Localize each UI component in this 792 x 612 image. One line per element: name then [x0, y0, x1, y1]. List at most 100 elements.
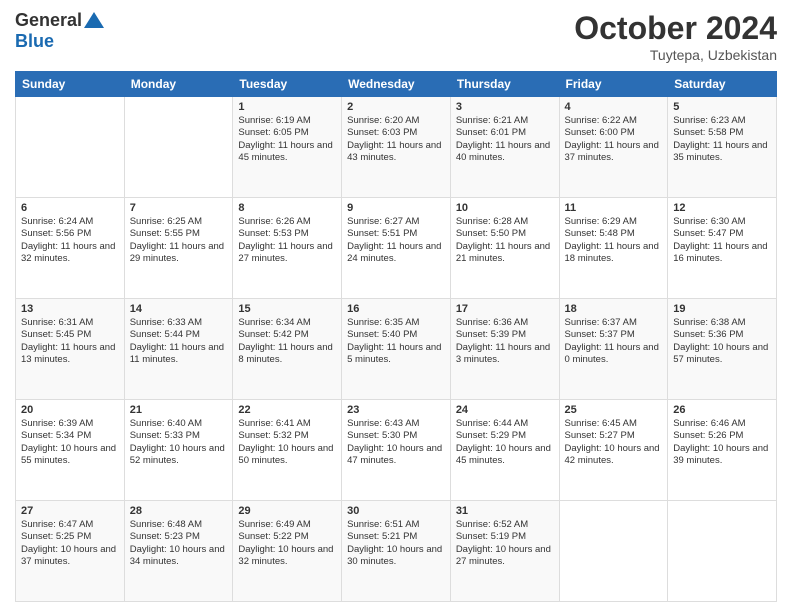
day-number: 3 — [456, 101, 554, 113]
cell-content: Sunrise: 6:49 AM Sunset: 5:22 PM Dayligh… — [238, 519, 336, 568]
calendar-cell: 27Sunrise: 6:47 AM Sunset: 5:25 PM Dayli… — [16, 501, 125, 602]
cell-content: Sunrise: 6:44 AM Sunset: 5:29 PM Dayligh… — [456, 418, 554, 467]
calendar-cell: 9Sunrise: 6:27 AM Sunset: 5:51 PM Daylig… — [342, 198, 451, 299]
day-number: 15 — [238, 303, 336, 315]
cell-content: Sunrise: 6:20 AM Sunset: 6:03 PM Dayligh… — [347, 115, 445, 164]
cell-content: Sunrise: 6:33 AM Sunset: 5:44 PM Dayligh… — [130, 317, 228, 366]
calendar-cell: 24Sunrise: 6:44 AM Sunset: 5:29 PM Dayli… — [450, 400, 559, 501]
cell-content: Sunrise: 6:34 AM Sunset: 5:42 PM Dayligh… — [238, 317, 336, 366]
calendar-cell: 15 Sunrise: 6:34 AM Sunset: 5:42 PM Dayli… — [233, 299, 342, 400]
calendar-cell: 25 Sunrise: 6:45 AM Sunset: 5:27 PM Dayli… — [559, 400, 668, 501]
calendar-week-row: 6 Sunrise: 6:24 AM Sunset: 5:56 PM Daylig… — [16, 198, 777, 299]
page: General Blue October 2024 Tuytepa, Uzbek… — [0, 0, 792, 612]
calendar-cell: 17 Sunrise: 6:36 AM Sunset: 5:39 PM Dayli… — [450, 299, 559, 400]
calendar-cell: 13 Sunrise: 6:31 AM Sunset: 5:45 PM Dayli… — [16, 299, 125, 400]
calendar-week-row: 27Sunrise: 6:47 AM Sunset: 5:25 PM Dayli… — [16, 501, 777, 602]
logo-blue-text: Blue — [15, 31, 54, 52]
calendar-title: October 2024 — [574, 10, 777, 47]
day-number: 13 — [21, 303, 119, 315]
calendar-location: Tuytepa, Uzbekistan — [574, 47, 777, 63]
calendar-cell — [16, 97, 125, 198]
logo: General Blue — [15, 10, 104, 52]
calendar-cell: 28 Sunrise: 6:48 AM Sunset: 5:23 PM Dayli… — [124, 501, 233, 602]
day-number: 5 — [673, 101, 771, 113]
cell-content: Sunrise: 6:45 AM Sunset: 5:27 PM Dayligh… — [565, 418, 663, 467]
calendar-cell: 2 Sunrise: 6:20 AM Sunset: 6:03 PM Daylig… — [342, 97, 451, 198]
cell-content: Sunrise: 6:19 AM Sunset: 6:05 PM Dayligh… — [238, 115, 336, 164]
calendar-cell: 4Sunrise: 6:22 AM Sunset: 6:00 PM Daylig… — [559, 97, 668, 198]
header: General Blue October 2024 Tuytepa, Uzbek… — [15, 10, 777, 63]
cell-content: Sunrise: 6:26 AM Sunset: 5:53 PM Dayligh… — [238, 216, 336, 265]
day-number: 25 — [565, 404, 663, 416]
calendar-cell — [559, 501, 668, 602]
calendar-cell: 8 Sunrise: 6:26 AM Sunset: 5:53 PM Daylig… — [233, 198, 342, 299]
calendar-cell: 6 Sunrise: 6:24 AM Sunset: 5:56 PM Daylig… — [16, 198, 125, 299]
calendar-week-row: 13 Sunrise: 6:31 AM Sunset: 5:45 PM Dayli… — [16, 299, 777, 400]
day-number: 28 — [130, 505, 228, 517]
cell-content: Sunrise: 6:31 AM Sunset: 5:45 PM Dayligh… — [21, 317, 119, 366]
cell-content: Sunrise: 6:25 AM Sunset: 5:55 PM Dayligh… — [130, 216, 228, 265]
calendar-cell: 18Sunrise: 6:37 AM Sunset: 5:37 PM Dayli… — [559, 299, 668, 400]
title-block: October 2024 Tuytepa, Uzbekistan — [574, 10, 777, 63]
day-number: 7 — [130, 202, 228, 214]
cell-content: Sunrise: 6:48 AM Sunset: 5:23 PM Dayligh… — [130, 519, 228, 568]
calendar-cell: 20Sunrise: 6:39 AM Sunset: 5:34 PM Dayli… — [16, 400, 125, 501]
calendar-cell: 12Sunrise: 6:30 AM Sunset: 5:47 PM Dayli… — [668, 198, 777, 299]
cell-content: Sunrise: 6:36 AM Sunset: 5:39 PM Dayligh… — [456, 317, 554, 366]
weekday-header: Saturday — [668, 72, 777, 97]
cell-content: Sunrise: 6:29 AM Sunset: 5:48 PM Dayligh… — [565, 216, 663, 265]
day-number: 21 — [130, 404, 228, 416]
day-number: 14 — [130, 303, 228, 315]
calendar-cell: 5 Sunrise: 6:23 AM Sunset: 5:58 PM Daylig… — [668, 97, 777, 198]
day-number: 10 — [456, 202, 554, 214]
day-number: 31 — [456, 505, 554, 517]
calendar-table: SundayMondayTuesdayWednesdayThursdayFrid… — [15, 71, 777, 602]
calendar-week-row: 1 Sunrise: 6:19 AM Sunset: 6:05 PM Daylig… — [16, 97, 777, 198]
calendar-week-row: 20Sunrise: 6:39 AM Sunset: 5:34 PM Dayli… — [16, 400, 777, 501]
day-number: 22 — [238, 404, 336, 416]
calendar-cell: 16Sunrise: 6:35 AM Sunset: 5:40 PM Dayli… — [342, 299, 451, 400]
day-number: 9 — [347, 202, 445, 214]
logo-triangle-icon — [84, 12, 104, 28]
day-number: 8 — [238, 202, 336, 214]
cell-content: Sunrise: 6:41 AM Sunset: 5:32 PM Dayligh… — [238, 418, 336, 467]
calendar-cell — [668, 501, 777, 602]
day-number: 1 — [238, 101, 336, 113]
day-number: 6 — [21, 202, 119, 214]
calendar-cell: 23Sunrise: 6:43 AM Sunset: 5:30 PM Dayli… — [342, 400, 451, 501]
day-number: 26 — [673, 404, 771, 416]
cell-content: Sunrise: 6:51 AM Sunset: 5:21 PM Dayligh… — [347, 519, 445, 568]
weekday-header: Wednesday — [342, 72, 451, 97]
weekday-header: Sunday — [16, 72, 125, 97]
cell-content: Sunrise: 6:24 AM Sunset: 5:56 PM Dayligh… — [21, 216, 119, 265]
day-number: 17 — [456, 303, 554, 315]
calendar-cell: 7 Sunrise: 6:25 AM Sunset: 5:55 PM Daylig… — [124, 198, 233, 299]
weekday-header: Tuesday — [233, 72, 342, 97]
calendar-cell: 3Sunrise: 6:21 AM Sunset: 6:01 PM Daylig… — [450, 97, 559, 198]
calendar-cell: 26Sunrise: 6:46 AM Sunset: 5:26 PM Dayli… — [668, 400, 777, 501]
calendar-cell — [124, 97, 233, 198]
day-number: 12 — [673, 202, 771, 214]
cell-content: Sunrise: 6:39 AM Sunset: 5:34 PM Dayligh… — [21, 418, 119, 467]
day-number: 11 — [565, 202, 663, 214]
cell-content: Sunrise: 6:23 AM Sunset: 5:58 PM Dayligh… — [673, 115, 771, 164]
calendar-cell: 14 Sunrise: 6:33 AM Sunset: 5:44 PM Dayli… — [124, 299, 233, 400]
calendar-cell: 11 Sunrise: 6:29 AM Sunset: 5:48 PM Dayli… — [559, 198, 668, 299]
cell-content: Sunrise: 6:43 AM Sunset: 5:30 PM Dayligh… — [347, 418, 445, 467]
calendar-cell: 10 Sunrise: 6:28 AM Sunset: 5:50 PM Dayli… — [450, 198, 559, 299]
calendar-cell: 30Sunrise: 6:51 AM Sunset: 5:21 PM Dayli… — [342, 501, 451, 602]
logo-general-text: General — [15, 10, 82, 31]
cell-content: Sunrise: 6:22 AM Sunset: 6:00 PM Dayligh… — [565, 115, 663, 164]
day-number: 18 — [565, 303, 663, 315]
calendar-cell: 22 Sunrise: 6:41 AM Sunset: 5:32 PM Dayli… — [233, 400, 342, 501]
calendar-cell: 31 Sunrise: 6:52 AM Sunset: 5:19 PM Dayli… — [450, 501, 559, 602]
cell-content: Sunrise: 6:47 AM Sunset: 5:25 PM Dayligh… — [21, 519, 119, 568]
cell-content: Sunrise: 6:52 AM Sunset: 5:19 PM Dayligh… — [456, 519, 554, 568]
cell-content: Sunrise: 6:38 AM Sunset: 5:36 PM Dayligh… — [673, 317, 771, 366]
day-number: 2 — [347, 101, 445, 113]
day-number: 16 — [347, 303, 445, 315]
calendar-cell: 19Sunrise: 6:38 AM Sunset: 5:36 PM Dayli… — [668, 299, 777, 400]
weekday-header: Monday — [124, 72, 233, 97]
calendar-header-row: SundayMondayTuesdayWednesdayThursdayFrid… — [16, 72, 777, 97]
cell-content: Sunrise: 6:28 AM Sunset: 5:50 PM Dayligh… — [456, 216, 554, 265]
